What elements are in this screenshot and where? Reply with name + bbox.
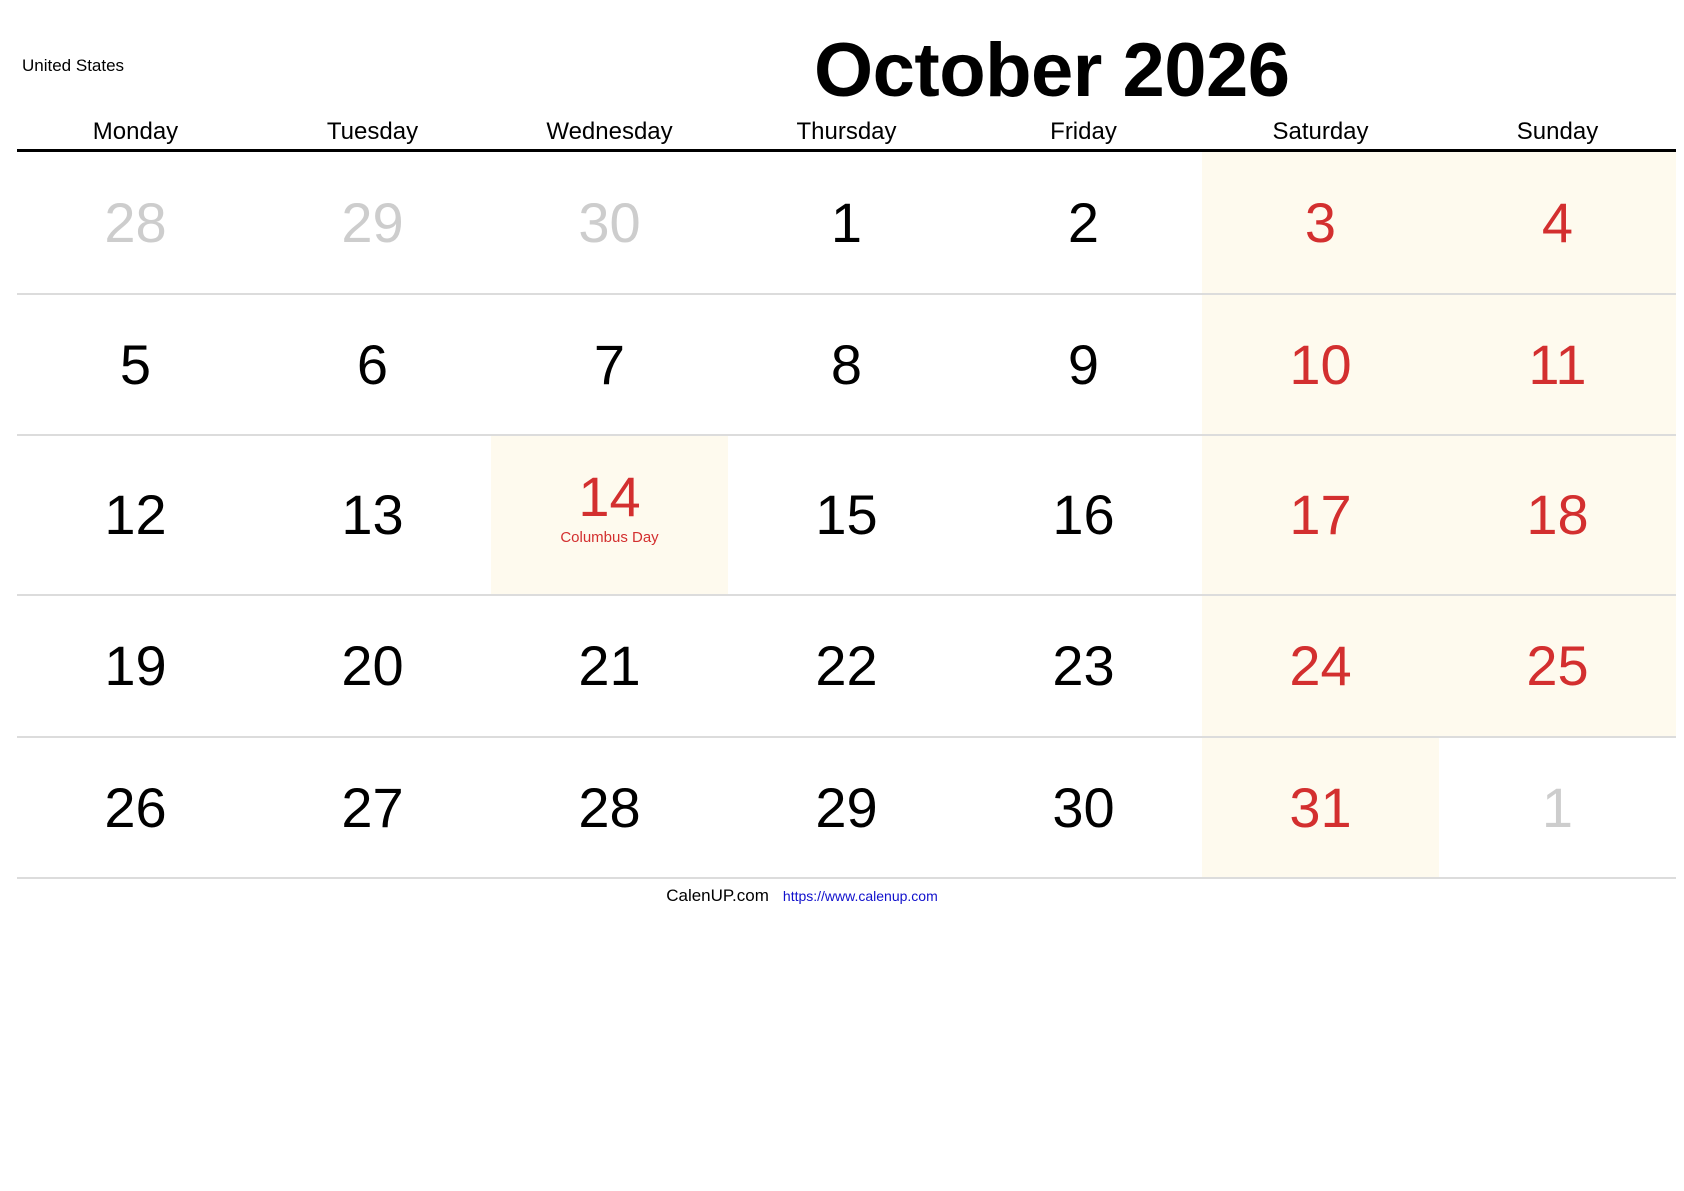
week-row: 19 20 21 22 23 24 25 — [17, 596, 1676, 738]
day-number: 14 — [578, 464, 641, 528]
day-cell: 28 — [17, 152, 254, 293]
day-cell: 2 — [965, 152, 1202, 293]
holiday-label: Columbus Day — [560, 528, 659, 546]
week-row: 26 27 28 29 30 31 1 — [17, 738, 1676, 879]
day-cell: 29 — [728, 738, 965, 877]
day-number: 16 — [1052, 483, 1115, 546]
day-cell: 13 — [254, 436, 491, 594]
day-number: 2 — [1067, 190, 1100, 254]
day-number: 30 — [1052, 775, 1115, 839]
weekday-friday: Friday — [1050, 118, 1117, 145]
week-row: 12 13 14 Columbus Day 15 16 17 18 — [17, 436, 1676, 596]
weekday-header: Monday Tuesday Wednesday Thursday Friday… — [17, 115, 1676, 152]
day-number: 17 — [1289, 483, 1352, 546]
day-number: 5 — [119, 332, 152, 396]
day-cell: 10 — [1202, 295, 1439, 434]
footer-brand: CalenUP.com — [666, 886, 769, 905]
day-cell: 24 — [1202, 596, 1439, 736]
day-cell: 19 — [17, 596, 254, 736]
day-number: 22 — [815, 634, 878, 697]
day-number: 30 — [578, 190, 641, 254]
day-cell: 1 — [1439, 738, 1676, 877]
day-cell: 6 — [254, 295, 491, 434]
day-number: 1 — [1541, 775, 1574, 839]
day-cell: 25 — [1439, 596, 1676, 736]
day-cell: 11 — [1439, 295, 1676, 434]
calendar-title: October 2026 — [814, 28, 1290, 113]
day-cell: 30 — [491, 152, 728, 293]
day-number: 27 — [341, 775, 404, 839]
day-cell: 7 — [491, 295, 728, 434]
weekday-tuesday: Tuesday — [326, 118, 419, 145]
day-number: 6 — [356, 332, 389, 396]
footer-link[interactable]: https://www.calenup.com — [783, 888, 938, 904]
day-cell: 1 — [728, 152, 965, 293]
day-number: 3 — [1304, 190, 1337, 254]
weekday-monday: Monday — [92, 118, 179, 145]
day-number: 9 — [1067, 332, 1100, 396]
day-number: 15 — [815, 483, 878, 546]
day-cell: 27 — [254, 738, 491, 877]
day-number: 8 — [830, 332, 863, 396]
day-number: 7 — [593, 332, 626, 396]
day-cell: 20 — [254, 596, 491, 736]
country-label: United States — [22, 56, 125, 75]
day-number: 23 — [1052, 634, 1115, 697]
day-cell: 18 — [1439, 436, 1676, 594]
day-cell: 17 — [1202, 436, 1439, 594]
footer: CalenUP.com https://www.calenup.com — [0, 886, 1684, 906]
day-cell: 3 — [1202, 152, 1439, 293]
day-number: 18 — [1526, 483, 1589, 546]
day-number: 25 — [1526, 634, 1589, 697]
weekday-sunday: Sunday — [1516, 118, 1599, 145]
day-cell: 9 — [965, 295, 1202, 434]
day-cell: 8 — [728, 295, 965, 434]
day-cell: 16 — [965, 436, 1202, 594]
day-number: 12 — [104, 483, 167, 546]
week-row: 5 6 7 8 9 10 11 — [17, 295, 1676, 436]
day-number: 10 — [1289, 332, 1352, 396]
weekday-wednesday: Wednesday — [546, 118, 673, 145]
day-cell: 23 — [965, 596, 1202, 736]
day-number: 24 — [1289, 634, 1352, 697]
day-number: 19 — [104, 634, 167, 697]
weeks-container: 28 29 30 1 2 3 4 5 6 7 8 9 10 11 12 13 14 Columbus Day 15 1… — [17, 152, 1676, 879]
day-number: 28 — [104, 190, 167, 254]
day-cell: 5 — [17, 295, 254, 434]
day-number: 4 — [1541, 190, 1574, 254]
day-cell: 22 — [728, 596, 965, 736]
day-cell: 26 — [17, 738, 254, 877]
day-number: 11 — [1528, 332, 1587, 396]
calendar-grid: Monday Tuesday Wednesday Thursday Friday… — [17, 115, 1676, 879]
day-number: 26 — [104, 775, 167, 839]
day-cell: 31 — [1202, 738, 1439, 877]
week-row: 28 29 30 1 2 3 4 — [17, 152, 1676, 295]
day-cell: 12 — [17, 436, 254, 594]
day-number: 28 — [578, 775, 641, 839]
weekday-saturday: Saturday — [1272, 118, 1369, 145]
day-cell: 21 — [491, 596, 728, 736]
day-cell: 30 — [965, 738, 1202, 877]
day-number: 29 — [341, 190, 404, 254]
day-cell: 4 — [1439, 152, 1676, 293]
day-number: 31 — [1289, 775, 1352, 839]
day-cell: 14 Columbus Day — [491, 436, 728, 594]
day-number: 29 — [815, 775, 878, 839]
day-cell: 29 — [254, 152, 491, 293]
day-cell: 15 — [728, 436, 965, 594]
day-number: 20 — [341, 634, 404, 697]
day-number: 13 — [341, 483, 404, 546]
day-number: 1 — [830, 190, 863, 254]
weekday-thursday: Thursday — [796, 118, 897, 145]
day-cell: 28 — [491, 738, 728, 877]
day-number: 21 — [578, 634, 641, 697]
